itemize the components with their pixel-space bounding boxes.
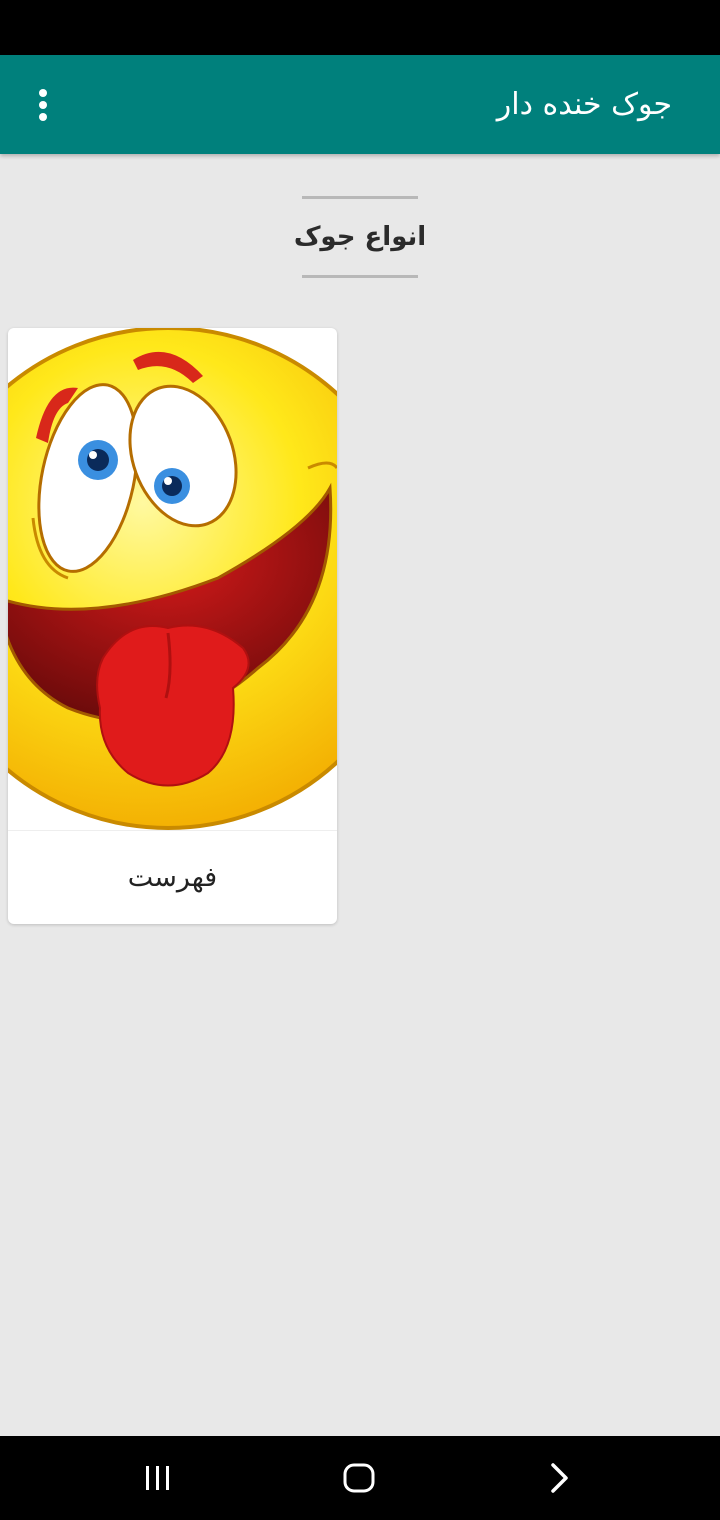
laughing-emoji-image xyxy=(8,328,337,830)
category-card[interactable]: فهرست xyxy=(8,328,337,924)
section-title: انواع جوک xyxy=(293,222,427,252)
recent-apps-icon[interactable] xyxy=(108,1436,208,1520)
app-bar: جوک خنده دار xyxy=(0,55,720,154)
heading-bottom-rule xyxy=(302,275,418,278)
back-chevron-icon[interactable] xyxy=(510,1436,610,1520)
app-title: جوک خنده دار xyxy=(496,87,672,122)
home-icon[interactable] xyxy=(309,1436,409,1520)
more-vert-icon[interactable] xyxy=(26,85,60,125)
section-heading: انواع جوک xyxy=(0,196,720,278)
status-bar xyxy=(0,0,720,55)
card-label: فهرست xyxy=(127,862,218,893)
system-nav-bar xyxy=(0,1436,720,1520)
